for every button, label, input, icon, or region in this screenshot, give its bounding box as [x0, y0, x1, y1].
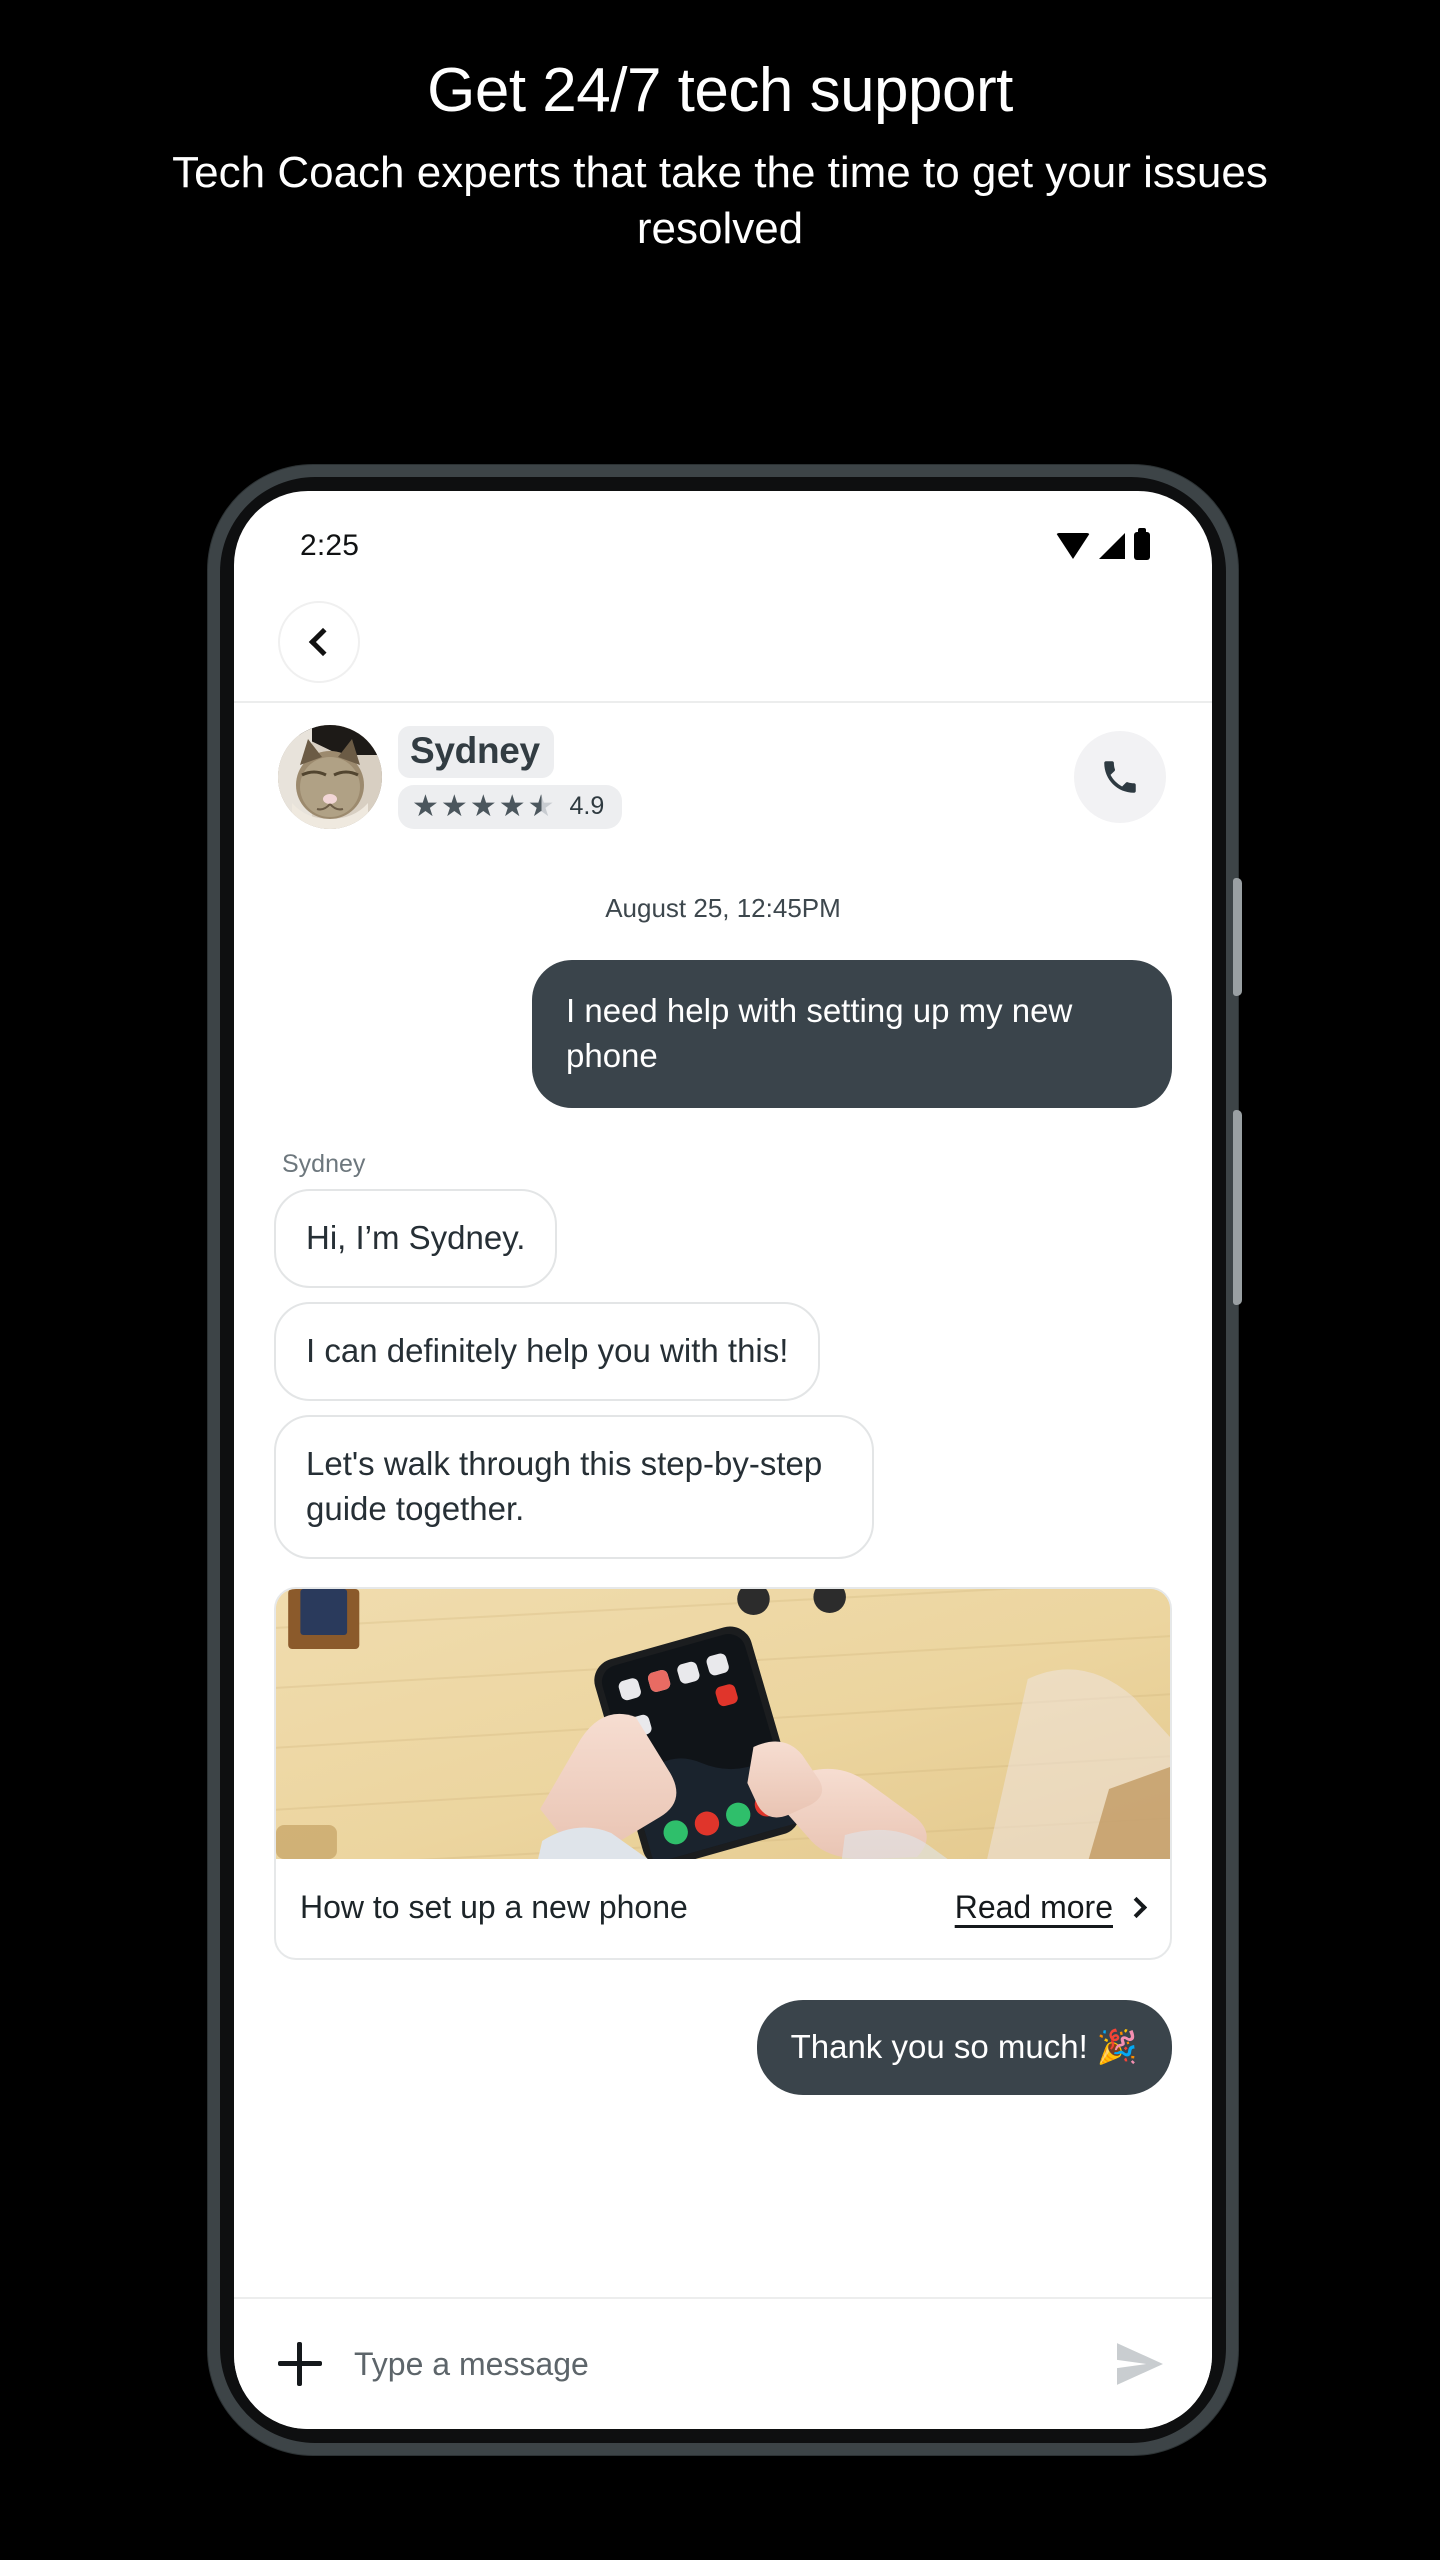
agent-header: Sydney ★ ★ ★ ★ ★ 4.9 — [234, 703, 1212, 849]
plus-icon[interactable] — [278, 2342, 322, 2386]
status-bar: 2:25 — [234, 491, 1212, 583]
signal-icon — [1099, 533, 1125, 559]
phone-mockup: 2:25 Sydney ★ ★ ★ ★ ★ 4.9 August 25, 12:… — [208, 465, 1242, 2455]
phone-screen: 2:25 Sydney ★ ★ ★ ★ ★ 4.9 August 25, 12:… — [234, 491, 1212, 2429]
volume-button[interactable] — [1233, 1110, 1242, 1305]
status-icons — [1056, 528, 1150, 560]
message-bubble-outgoing[interactable]: Thank you so much! 🎉 — [756, 2000, 1172, 2095]
call-button[interactable] — [1074, 731, 1166, 823]
star-icon: ★ — [440, 789, 468, 823]
power-button[interactable] — [1233, 878, 1242, 996]
status-time: 2:25 — [300, 529, 360, 562]
rating-value: 4.9 — [569, 792, 605, 820]
read-more-link[interactable]: Read more — [954, 1889, 1148, 1926]
message-row-outgoing: I need help with setting up my new phone — [234, 960, 1212, 1108]
star-icon: ★ — [412, 789, 439, 823]
star-icon: ★ — [469, 789, 497, 823]
read-more-label: Read more — [954, 1889, 1113, 1925]
conversation-timestamp: August 25, 12:45PM — [605, 893, 841, 923]
chevron-left-icon — [308, 627, 337, 657]
article-card-footer: How to set up a new phone Read more — [276, 1859, 1170, 1958]
message-input[interactable] — [354, 2345, 1114, 2383]
app-nav-bar — [234, 583, 1212, 703]
article-image — [276, 1589, 1170, 1859]
message-row-incoming: Hi, I’m Sydney. — [234, 1189, 1212, 1302]
message-sender-label: Sydney — [282, 1150, 366, 1178]
star-rating: ★ ★ ★ ★ ★ — [412, 789, 555, 823]
message-composer — [234, 2297, 1212, 2429]
article-title: How to set up a new phone — [300, 1889, 688, 1925]
chevron-right-icon — [1125, 1896, 1148, 1919]
message-bubble-incoming[interactable]: Hi, I’m Sydney. — [274, 1189, 558, 1288]
promo-header: Get 24/7 tech support Tech Coach experts… — [0, 55, 1440, 257]
promo-screenshot: Get 24/7 tech support Tech Coach experts… — [0, 0, 1440, 2560]
message-row-incoming: I can definitely help you with this! — [234, 1302, 1212, 1415]
message-row-incoming: Let's walk through this step-by-step gui… — [234, 1415, 1212, 1573]
message-row-outgoing: Thank you so much! 🎉 — [234, 2000, 1212, 2095]
agent-name: Sydney — [398, 725, 554, 778]
send-icon[interactable] — [1114, 2341, 1166, 2387]
wifi-icon — [1056, 533, 1090, 559]
phone-icon — [1104, 761, 1136, 793]
page-subtitle: Tech Coach experts that take the time to… — [172, 148, 1268, 253]
star-half-icon: ★ — [527, 789, 555, 823]
battery-icon — [1134, 528, 1150, 560]
avatar[interactable] — [278, 725, 382, 829]
agent-meta: Sydney ★ ★ ★ ★ ★ 4.9 — [398, 725, 623, 829]
message-bubble-incoming[interactable]: I can definitely help you with this! — [274, 1302, 821, 1401]
message-bubble-outgoing[interactable]: I need help with setting up my new phone — [532, 960, 1172, 1108]
page-title: Get 24/7 tech support — [427, 56, 1013, 125]
star-icon: ★ — [498, 789, 526, 823]
agent-rating: ★ ★ ★ ★ ★ 4.9 — [398, 784, 623, 829]
back-button[interactable] — [278, 601, 360, 683]
message-bubble-incoming[interactable]: Let's walk through this step-by-step gui… — [274, 1415, 874, 1559]
article-card[interactable]: How to set up a new phone Read more — [274, 1587, 1172, 1960]
conversation: August 25, 12:45PM I need help with sett… — [234, 893, 1212, 2095]
